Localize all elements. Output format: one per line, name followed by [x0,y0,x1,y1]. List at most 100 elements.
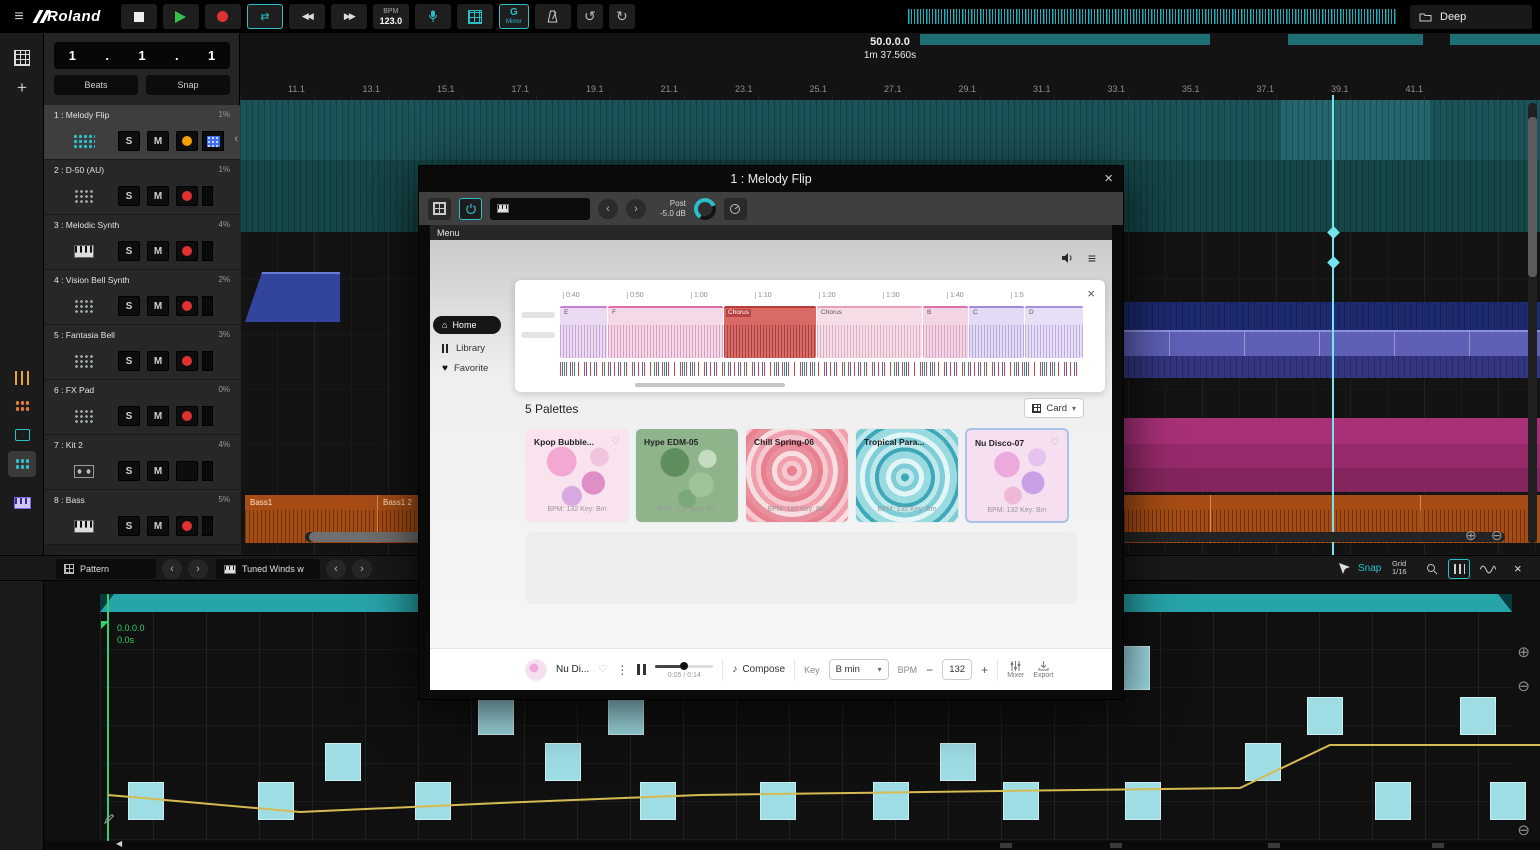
solo-button[interactable]: S [118,131,140,151]
bottom-tool-icon[interactable] [1110,843,1122,848]
note-block[interactable] [1375,782,1411,820]
track-instrument-icon[interactable] [72,352,96,370]
close-preview-icon[interactable]: × [1087,286,1095,301]
record-button[interactable] [205,4,241,29]
close-plugin-icon[interactable]: × [1104,170,1113,187]
plugin-menu-bar[interactable]: Menu [430,225,1112,240]
browser-button[interactable] [8,45,36,71]
palette-card[interactable]: Chill Spring-06 ♡ BPM: 132 Key: Bm [745,428,849,523]
preset-prev-button[interactable]: ‹ [598,199,618,219]
bpm-display[interactable]: BPM 123.0 [373,4,409,29]
hamburger-menu-icon[interactable]: ≡ [8,8,30,26]
favorite-heart-icon[interactable]: ♡ [598,664,607,675]
mute-button[interactable]: M [147,406,169,426]
automation-toggle[interactable] [202,296,213,316]
arm-record-button[interactable] [176,406,198,426]
palette-card[interactable]: Kpop Bubble... ♡ BPM: 132 Key: Bm [525,428,629,523]
song-section-block[interactable]: D [1025,306,1083,358]
track-row[interactable]: 6 : FX Pad 0% S M ‹ [44,380,240,435]
mute-button[interactable]: M [147,351,169,371]
instrument-prev-button[interactable]: ‹ [326,559,346,579]
favorite-heart-icon[interactable]: ♡ [1050,437,1059,448]
mixer-button[interactable]: Mixer [1007,661,1024,679]
arm-record-button[interactable] [176,131,198,151]
note-block[interactable] [1460,697,1496,735]
scroll-left-icon[interactable]: ◀ [116,839,122,848]
note-block[interactable] [608,697,644,735]
pointer-tool-icon[interactable] [1338,562,1350,576]
track-instrument-icon[interactable] [72,297,96,315]
solo-button[interactable]: S [118,461,140,481]
beats-button[interactable]: Beats [54,75,138,95]
automation-toggle[interactable] [202,406,213,426]
arm-record-button[interactable] [176,241,198,261]
pattern-selector[interactable]: Pattern [56,559,156,579]
palette-card[interactable]: Nu Disco-07 ♡ BPM: 132 Key: Bm [965,428,1069,523]
track-instrument-icon[interactable] [72,407,96,425]
song-section-block[interactable]: E [560,306,607,358]
favorite-heart-icon[interactable]: ♡ [831,436,840,447]
zoom-out-icon[interactable]: ⊖ [1517,677,1530,695]
track-instrument-icon[interactable] [72,462,96,480]
grid-mode-button[interactable] [457,4,493,29]
mic-button[interactable] [415,4,451,29]
more-options-icon[interactable]: ⋮ [616,663,628,677]
song-section-block[interactable]: Chorus [817,306,922,358]
track-instrument-icon[interactable] [72,242,96,260]
bottom-tool-icon[interactable] [1000,843,1012,848]
song-section-block[interactable]: B [923,306,968,358]
note-block[interactable] [1307,697,1343,735]
bpm-value-field[interactable]: 132 [942,659,972,680]
pattern-next-button[interactable]: › [188,559,208,579]
preset-next-button[interactable]: › [626,199,646,219]
solo-button[interactable]: S [118,406,140,426]
play-button[interactable] [163,4,199,29]
grid-setting[interactable]: Grid 1/16 [1392,560,1407,577]
note-block[interactable] [478,697,514,735]
arm-record-button[interactable] [176,351,198,371]
zoom-out-icon[interactable]: ⊖ [1491,527,1503,544]
track-row[interactable]: 3 : Melodic Synth 4% S M ‹ [44,215,240,270]
pad-view-button[interactable] [8,451,36,477]
track-instrument-icon[interactable] [72,132,96,150]
redo-button[interactable]: ↻ [609,4,635,29]
export-button[interactable]: Export [1033,661,1053,679]
note-block[interactable] [258,782,294,820]
compose-button[interactable]: ♪ Compose [732,664,785,675]
clip-teal-highlight[interactable] [1280,100,1430,160]
mute-button[interactable]: M [147,516,169,536]
nav-home[interactable]: ⌂ Home [433,316,501,334]
song-section-block[interactable]: C [969,306,1024,358]
plugin-title-bar[interactable]: 1 : Melody Flip × [419,166,1123,192]
song-section-block[interactable]: F [608,306,723,358]
gain-knob[interactable] [694,198,716,220]
pause-button[interactable] [637,664,646,675]
metronome-button[interactable] [535,4,571,29]
preview-sections[interactable]: E F Chorus Chorus [560,306,1084,358]
chat-panel-button[interactable] [8,422,36,448]
track-instrument-icon[interactable] [72,517,96,535]
note-block[interactable] [760,782,796,820]
zoom-out-vertical-icon[interactable]: ⊖ [1517,821,1530,839]
pattern-grid-button[interactable] [202,131,224,151]
mixer-rail-button[interactable] [8,365,36,391]
snap-toggle[interactable]: Snap [1358,563,1381,574]
instrument-selector[interactable]: Tuned Winds w [216,559,320,579]
undo-button[interactable]: ↺ [577,4,603,29]
nav-favorite[interactable]: ♥ Favorite [433,363,513,374]
note-block[interactable] [415,782,451,820]
favorite-heart-icon[interactable]: ♡ [721,436,730,447]
automation-toggle[interactable] [202,516,213,536]
view-mode-dropdown[interactable]: Card ▾ [1024,398,1084,418]
snap-button[interactable]: Snap [146,75,230,95]
track-instrument-icon[interactable] [72,187,96,205]
note-block[interactable] [1003,782,1039,820]
arm-record-button[interactable] [176,461,198,481]
step-sequencer-button[interactable] [8,393,36,419]
note-block[interactable] [1125,782,1161,820]
favorite-heart-icon[interactable]: ♡ [611,436,620,447]
collapse-arrow-icon[interactable]: ‹ [234,133,238,145]
arrangement-playhead[interactable] [1332,95,1334,555]
instrument-next-button[interactable]: › [352,559,372,579]
track-row[interactable]: 2 : D-50 (AU) 1% S M ‹ [44,160,240,215]
